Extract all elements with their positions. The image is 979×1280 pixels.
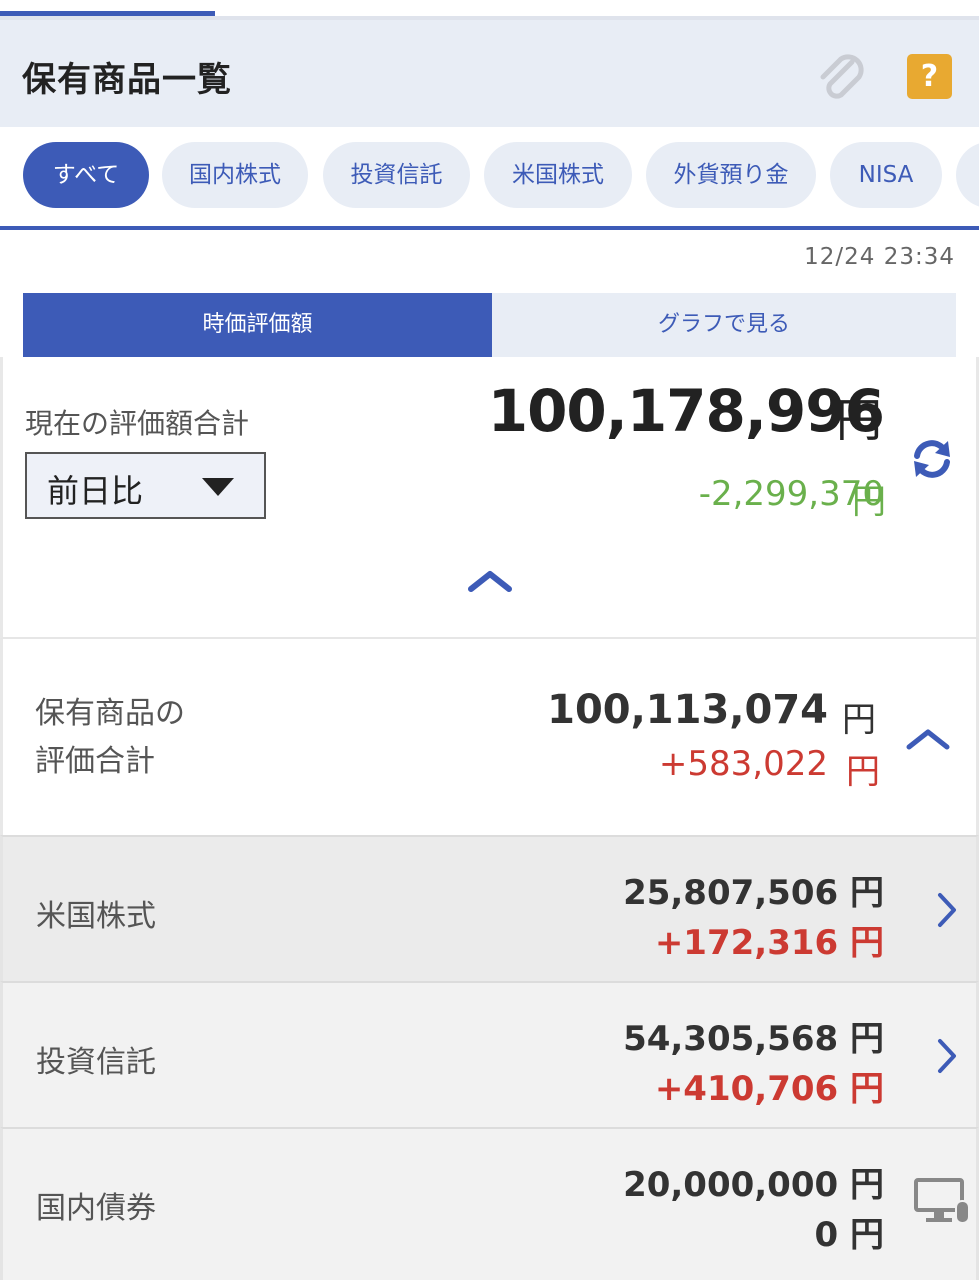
category-change: 0 円: [814, 1215, 885, 1255]
paperclip-icon[interactable]: [812, 48, 870, 106]
page-title: 保有商品一覧: [22, 60, 232, 100]
category-value: 54,305,568 円: [623, 1019, 884, 1059]
update-timestamp: 12/24 23:34: [804, 244, 955, 270]
holdings-label-line2: 評価合計: [35, 744, 155, 779]
chevron-up-icon[interactable]: [905, 724, 951, 752]
holdings-total-unit: 円: [842, 700, 876, 740]
holdings-total-label: 保有商品の 評価合計: [35, 690, 185, 786]
loading-progress: [0, 11, 215, 16]
refresh-icon[interactable]: [908, 435, 956, 483]
chevron-right-icon: [938, 1039, 956, 1073]
compare-period-select[interactable]: 前日比: [25, 452, 266, 519]
category-row-domestic-bonds[interactable]: 国内債券 20,000,000 円 0 円: [0, 1127, 979, 1280]
tab-all[interactable]: すべて: [23, 142, 149, 208]
category-tabs: すべて 国内株式 投資信託 米国株式 外貨預り金 NISA: [0, 127, 979, 230]
top-progress-bar: [0, 0, 979, 20]
category-label: 国内債券: [36, 1191, 156, 1226]
total-valuation-label: 現在の評価額合計: [25, 407, 250, 440]
segment-market-value[interactable]: 時価評価額: [23, 293, 492, 357]
chevron-right-icon: [938, 893, 956, 927]
category-change: +410,706 円: [654, 1069, 884, 1109]
view-segment-control: 時価評価額 グラフで見る: [23, 293, 956, 357]
category-change: +172,316 円: [654, 923, 884, 963]
category-row-us-stocks[interactable]: 米国株式 25,807,506 円 +172,316 円: [0, 835, 979, 981]
tab-foreign-deposits[interactable]: 外貨預り金: [646, 142, 816, 208]
help-icon[interactable]: ?: [907, 54, 952, 99]
category-row-investment-trusts[interactable]: 投資信託 54,305,568 円 +410,706 円: [0, 981, 979, 1127]
tab-us-stocks[interactable]: 米国株式: [484, 142, 632, 208]
tab-investment-trusts[interactable]: 投資信託: [323, 142, 470, 208]
tab-nisa[interactable]: NISA: [830, 142, 942, 208]
tab-domestic-stocks[interactable]: 国内株式: [162, 142, 308, 208]
pc-icon: [914, 1178, 970, 1224]
total-valuation-unit: 円: [836, 393, 882, 447]
dropdown-arrow-icon: [202, 478, 234, 496]
total-change-unit: 円: [852, 482, 886, 522]
chevron-up-icon[interactable]: [466, 566, 514, 594]
holdings-total-value: 100,113,074: [547, 687, 828, 733]
holdings-label-line1: 保有商品の: [35, 696, 185, 731]
total-valuation-value: 100,178,996: [487, 377, 885, 445]
tab-more[interactable]: [956, 142, 979, 208]
segment-graph-view[interactable]: グラフで見る: [492, 293, 956, 357]
compare-period-value: 前日比: [47, 472, 144, 510]
category-value: 25,807,506 円: [623, 873, 884, 913]
category-label: 米国株式: [36, 899, 156, 934]
category-value: 20,000,000 円: [623, 1165, 884, 1205]
category-label: 投資信託: [36, 1045, 156, 1080]
holdings-change-value: +583,022: [658, 744, 828, 784]
holdings-change-unit: 円: [846, 752, 880, 792]
